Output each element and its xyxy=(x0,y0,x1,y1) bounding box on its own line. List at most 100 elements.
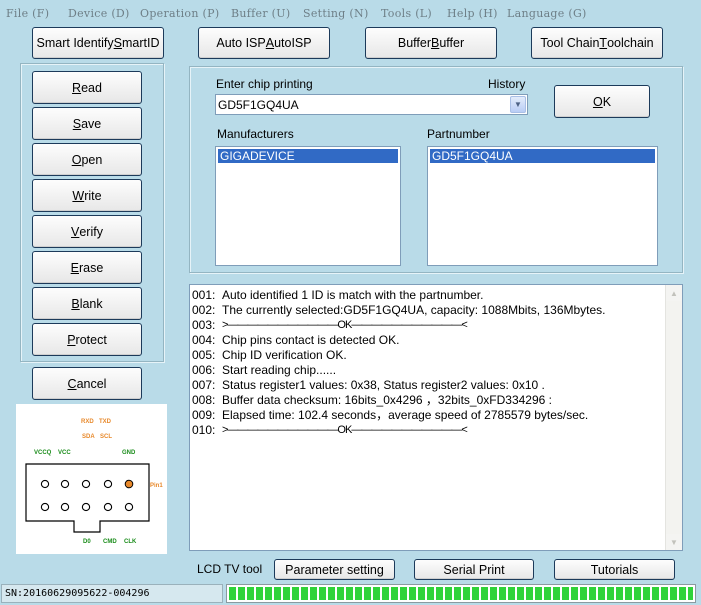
menu-buffer[interactable]: Buffer (U) xyxy=(231,7,290,20)
status-bar: SN:20160629095622-004296 xyxy=(0,582,701,605)
cancel-button[interactable]: Cancel xyxy=(32,367,142,400)
blank-button[interactable]: Blank xyxy=(32,287,142,320)
manufacturers-list[interactable]: GIGADEVICE xyxy=(215,146,401,266)
save-accel: S xyxy=(72,116,82,131)
pin-diagram: RXD TXD SDA SCL VCCQ VCC GND Pin1 D0 CMD… xyxy=(16,404,167,554)
menu-tools[interactable]: Tools (L) xyxy=(381,7,432,20)
partnumber-list[interactable]: GD5F1GQ4UA xyxy=(427,146,658,266)
log-line-text: Chip ID verification OK. xyxy=(222,348,347,362)
open-button[interactable]: Open xyxy=(32,143,142,176)
tool-chain-button[interactable]: Tool Chain Toolchain xyxy=(531,27,663,59)
chevron-down-icon[interactable]: ▼ xyxy=(510,96,526,113)
open-accel: O xyxy=(71,152,82,167)
scl-label: SCL xyxy=(100,434,112,440)
menu-device[interactable]: Device (D) xyxy=(68,7,130,20)
parameter-setting-button[interactable]: Parameter setting xyxy=(274,559,395,580)
scroll-up-icon[interactable]: ▲ xyxy=(666,285,682,301)
save-label: ave xyxy=(81,116,102,131)
tool-chain-accel: T xyxy=(599,36,608,50)
vccq-label: VCCQ xyxy=(34,450,52,456)
verify-button[interactable]: Verify xyxy=(32,215,142,248)
tutorials-button[interactable]: Tutorials xyxy=(554,559,675,580)
log-line-number: 004: xyxy=(192,333,216,347)
partnumber-item[interactable]: GD5F1GQ4UA xyxy=(430,149,655,163)
verify-accel: V xyxy=(71,224,80,239)
log-line-number: 001: xyxy=(192,288,216,302)
ok-button[interactable]: OK xyxy=(554,85,650,118)
log-line-text: >———————————OK———————————< xyxy=(222,424,468,436)
buffer-label-rest: uffer xyxy=(439,36,465,50)
menu-file[interactable]: File (F) xyxy=(6,7,49,20)
tool-chain-label-rest: oolchain xyxy=(607,36,654,50)
verify-label: erify xyxy=(79,224,103,239)
chip-printing-value: GD5F1GQ4UA xyxy=(218,98,299,112)
log-line-text: Auto identified 1 ID is match with the p… xyxy=(222,288,484,302)
log-line-number: 007: xyxy=(192,378,216,392)
protect-button[interactable]: Protect xyxy=(32,323,142,356)
log-scrollbar[interactable]: ▲ ▼ xyxy=(665,285,682,550)
menu-language[interactable]: Language (G) xyxy=(507,7,587,20)
buffer-button[interactable]: Buffer Buffer xyxy=(365,27,497,59)
cmd-label: CMD xyxy=(103,539,117,545)
gnd-label: GND xyxy=(122,450,136,456)
log-line-text: Chip pins contact is detected OK. xyxy=(222,333,400,347)
clk-label: CLK xyxy=(124,539,137,545)
menu-setting[interactable]: Setting (N) xyxy=(303,7,369,20)
log-line-number: 009: xyxy=(192,408,216,422)
pin1-marker xyxy=(124,479,134,489)
write-label: rite xyxy=(84,188,102,203)
progress-fill xyxy=(229,587,693,600)
smart-identify-button[interactable]: Smart Identify SmartID xyxy=(32,27,164,59)
lcd-tv-tool-label: LCD TV tool xyxy=(197,562,263,576)
menu-operation[interactable]: Operation (P) xyxy=(140,7,219,20)
smart-identify-label: Smart Identify xyxy=(36,36,114,50)
read-accel: R xyxy=(72,80,82,95)
blank-label: lank xyxy=(79,296,103,311)
auto-isp-button[interactable]: Auto ISP AutoISP xyxy=(198,27,330,59)
erase-label: rase xyxy=(79,260,104,275)
save-button[interactable]: Save xyxy=(32,107,142,140)
scroll-down-icon[interactable]: ▼ xyxy=(666,534,682,550)
log-line-text: Start reading chip...... xyxy=(222,363,337,377)
read-button[interactable]: Read xyxy=(32,71,142,104)
blank-accel: B xyxy=(71,296,80,311)
log-line-number: 010: xyxy=(192,423,216,437)
erase-accel: E xyxy=(70,260,79,275)
log-output[interactable]: 001: Auto identified 1 ID is match with … xyxy=(189,284,683,551)
cancel-label: ancel xyxy=(76,376,107,391)
log-line-number: 002: xyxy=(192,303,216,317)
buffer-label: Buffer xyxy=(397,36,431,50)
read-label: ead xyxy=(81,80,102,95)
smart-identify-label-rest: martID xyxy=(121,36,160,50)
log-line-number: 006: xyxy=(192,363,216,377)
log-line-number: 005: xyxy=(192,348,216,362)
progress-bar xyxy=(226,584,696,603)
erase-button[interactable]: Erase xyxy=(32,251,142,284)
menu-help[interactable]: Help (H) xyxy=(447,7,498,20)
write-button[interactable]: Write xyxy=(32,179,142,212)
serial-print-button[interactable]: Serial Print xyxy=(414,559,534,580)
pin1-label: Pin1 xyxy=(150,483,163,489)
write-accel: W xyxy=(72,188,85,203)
ok-label: K xyxy=(602,94,612,109)
menu-bar: File (F) Device (D) Operation (P) Buffer… xyxy=(0,0,701,28)
cancel-accel: C xyxy=(67,376,77,391)
buffer-accel: B xyxy=(430,36,440,50)
log-line-text: The currently selected:GD5F1GQ4UA, capac… xyxy=(222,303,606,317)
vcc-label: VCC xyxy=(58,450,71,456)
smart-identify-accel: S xyxy=(113,36,122,50)
pin-diagram-svg: RXD TXD SDA SCL VCCQ VCC GND Pin1 D0 CMD… xyxy=(25,419,163,545)
ok-accel: O xyxy=(592,94,603,109)
serial-number: SN:20160629095622-004296 xyxy=(1,584,223,603)
log-line-number: 003: xyxy=(192,318,216,332)
tool-chain-label: Tool Chain xyxy=(540,36,600,50)
auto-isp-label-rest: utoISP xyxy=(274,36,312,50)
sda-label: SDA xyxy=(82,434,95,440)
auto-isp-accel: A xyxy=(265,36,275,50)
enter-chip-label: Enter chip printing xyxy=(216,77,313,91)
rxd-label: RXD xyxy=(81,419,94,425)
log-line-text: Elapsed time: 102.4 seconds，average spee… xyxy=(222,408,589,422)
chip-printing-combobox[interactable]: GD5F1GQ4UA ▼ xyxy=(215,94,528,115)
connector-pins xyxy=(40,479,134,512)
manufacturer-item[interactable]: GIGADEVICE xyxy=(218,149,398,163)
